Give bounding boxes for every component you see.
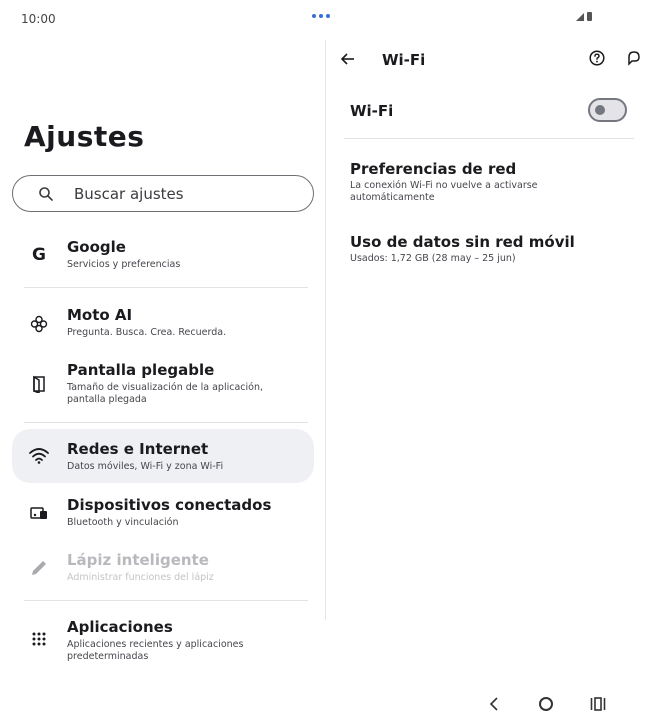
item-subtitle: Usados: 1,72 GB (28 may – 25 jun) [350, 253, 516, 264]
wifi-toggle-switch[interactable] [588, 98, 627, 122]
pen-icon [28, 557, 50, 579]
nav-back-icon[interactable] [488, 696, 500, 712]
status-time: 10:00 [21, 12, 56, 26]
item-title: Moto AI [67, 306, 133, 324]
item-title: Preferencias de red [350, 160, 517, 178]
wifi-toggle-label: Wi-Fi [350, 102, 394, 120]
settings-item-moto-ai[interactable]: Moto AI Pregunta. Busca. Crea. Recuerda. [12, 300, 314, 346]
feedback-icon[interactable] [626, 50, 642, 66]
nav-home-icon[interactable] [539, 697, 553, 711]
back-arrow-icon[interactable] [341, 52, 355, 66]
moto-ai-icon [28, 313, 50, 335]
settings-item-google[interactable]: G Google Servicios y preferencias [12, 232, 314, 280]
item-subtitle: Pregunta. Busca. Crea. Recuerda. [67, 327, 227, 338]
search-icon [39, 187, 53, 201]
item-subtitle: La conexión Wi-Fi no vuelve a activarse … [350, 180, 538, 203]
divider [24, 287, 308, 288]
pane-divider [325, 40, 326, 620]
nav-recents-icon[interactable] [590, 697, 606, 711]
non-carrier-data-usage-item[interactable]: Uso de datos sin red móvil Usados: 1,72 … [350, 233, 640, 265]
devices-icon [28, 502, 50, 524]
status-bar: 10:00 [0, 0, 652, 38]
foldable-icon [28, 373, 50, 395]
network-preferences-item[interactable]: Preferencias de red La conexión Wi-Fi no… [350, 160, 640, 204]
battery-icon [587, 12, 592, 21]
more-dots-icon[interactable] [312, 14, 330, 18]
apps-grid-icon [28, 628, 50, 650]
item-subtitle: Servicios y preferencias [67, 259, 181, 270]
item-subtitle: Bluetooth y vinculación [67, 517, 179, 528]
settings-item-network[interactable]: Redes e Internet Datos móviles, Wi-Fi y … [12, 429, 314, 483]
settings-item-apps[interactable]: Aplicaciones Aplicaciones recientes y ap… [12, 612, 314, 672]
item-title: Redes e Internet [67, 440, 209, 458]
item-subtitle: Administrar funciones del lápiz [67, 572, 214, 583]
item-title: Aplicaciones [67, 618, 173, 636]
item-title: Pantalla plegable [67, 361, 215, 379]
divider [24, 600, 308, 601]
settings-item-connected-devices[interactable]: Dispositivos conectados Bluetooth y vinc… [12, 490, 314, 536]
item-title: Dispositivos conectados [67, 496, 272, 514]
divider [344, 138, 634, 139]
wifi-icon [28, 445, 50, 467]
settings-title: Ajustes [24, 120, 145, 153]
item-subtitle: Tamaño de visualización de la aplicación… [67, 382, 263, 405]
settings-item-smart-pen: Lápiz inteligente Administrar funciones … [12, 545, 314, 591]
help-icon[interactable] [589, 50, 605, 66]
settings-item-foldable[interactable]: Pantalla plegable Tamaño de visualizació… [12, 355, 314, 415]
item-subtitle: Aplicaciones recientes y aplicaciones pr… [67, 639, 244, 662]
item-subtitle: Datos móviles, Wi-Fi y zona Wi-Fi [67, 461, 224, 472]
search-placeholder: Buscar ajustes [74, 185, 184, 203]
item-title: Uso de datos sin red móvil [350, 233, 575, 251]
item-title: Google [67, 238, 126, 256]
wifi-page-title: Wi-Fi [382, 51, 426, 69]
toggle-knob [595, 105, 605, 115]
search-settings-field[interactable]: Buscar ajustes [12, 175, 314, 212]
google-g-icon: G [32, 245, 46, 265]
item-title: Lápiz inteligente [67, 551, 209, 569]
divider [24, 422, 308, 423]
signal-icon [576, 13, 584, 21]
status-icons [576, 12, 592, 21]
